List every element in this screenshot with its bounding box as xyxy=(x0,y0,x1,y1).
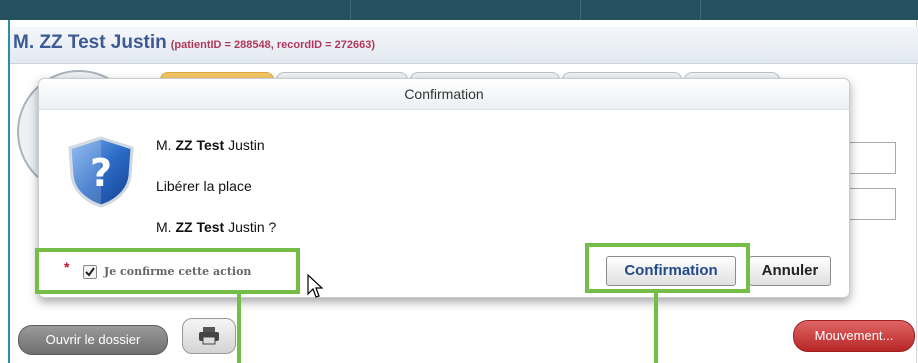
svg-text:?: ? xyxy=(90,151,112,195)
nav-divider xyxy=(700,0,701,20)
dialog-title: Confirmation xyxy=(39,79,849,110)
form-field[interactable] xyxy=(848,188,896,220)
cancel-button[interactable]: Annuler xyxy=(749,256,831,286)
mouse-cursor-icon xyxy=(307,274,323,298)
dialog-message-action: Libérer la place xyxy=(156,178,252,194)
highlight-connector xyxy=(237,294,241,363)
print-button[interactable] xyxy=(182,318,236,354)
shield-question-icon: ? xyxy=(68,136,134,208)
patient-ids: (patientID = 288548, recordID = 272663) xyxy=(170,39,375,51)
dialog-message-question: M. ZZ Test Justin ? xyxy=(156,219,277,235)
dialog-message-patient: M. ZZ Test Justin xyxy=(156,137,265,153)
nav-divider xyxy=(580,0,581,20)
form-field[interactable] xyxy=(848,142,896,174)
highlight-connector xyxy=(654,293,658,363)
open-file-button[interactable]: Ouvrir le dossier xyxy=(18,325,168,355)
patient-title: M. ZZ Test Justin (patientID = 288548, re… xyxy=(13,32,375,54)
top-nav-bar xyxy=(0,0,918,20)
highlight-box-confirm xyxy=(585,243,750,293)
nav-divider xyxy=(350,0,351,20)
patient-name: M. ZZ Test Justin xyxy=(13,32,167,53)
highlight-box-checkbox xyxy=(35,248,300,294)
movement-button[interactable]: Mouvement... xyxy=(793,320,915,352)
printer-icon xyxy=(199,327,219,345)
